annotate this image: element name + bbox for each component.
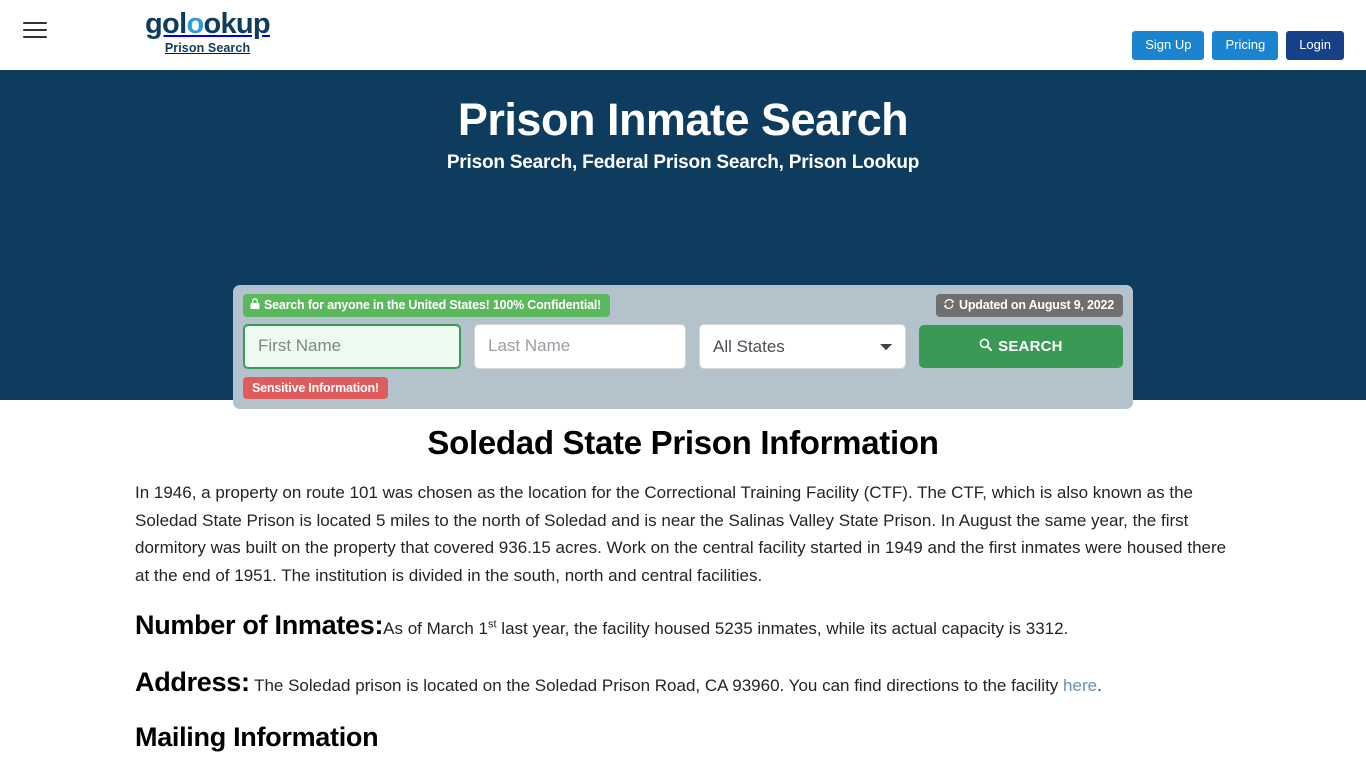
number-of-inmates-section: Number of Inmates:As of March 1st last y… — [135, 605, 1231, 646]
search-panel-badges: Search for anyone in the United States! … — [243, 294, 1123, 317]
last-name-input[interactable] — [474, 323, 686, 369]
lock-icon — [250, 298, 260, 313]
magnifier-icon — [979, 338, 993, 354]
state-select[interactable]: All States — [699, 323, 906, 369]
hamburger-menu-icon[interactable] — [23, 20, 47, 40]
pricing-button[interactable]: Pricing — [1212, 31, 1279, 60]
sensitive-information-badge: Sensitive Information! — [243, 376, 388, 399]
refresh-icon — [943, 298, 955, 313]
login-button[interactable]: Login — [1286, 31, 1344, 60]
intro-paragraph: In 1946, a property on route 101 was cho… — [135, 483, 1227, 585]
page-title: Soledad State Prison Information — [427, 424, 939, 461]
confidential-badge-text: Search for anyone in the United States! … — [264, 298, 602, 313]
sign-up-button[interactable]: Sign Up — [1132, 31, 1205, 60]
address-label: Address: — [135, 666, 250, 697]
hamburger-line — [23, 36, 47, 38]
confidential-badge: Search for anyone in the United States! … — [243, 294, 611, 317]
logo-part-two: okup — [203, 8, 270, 40]
hero-section: Prison Inmate Search Prison Search, Fede… — [0, 70, 1366, 409]
mailing-information-heading: Mailing Information — [135, 722, 379, 753]
hero-title: Prison Inmate Search — [457, 94, 909, 145]
hamburger-line — [23, 22, 47, 24]
inmates-superscript: st — [488, 618, 497, 631]
logo-part-one: gol — [145, 8, 187, 40]
directions-here-link[interactable]: here — [1063, 676, 1097, 695]
first-name-input[interactable] — [243, 323, 461, 369]
updated-badge: Updated on August 9, 2022 — [936, 294, 1123, 317]
logo-wordmark: golookup — [135, 10, 280, 39]
header-actions: Sign Up Pricing Login — [1132, 31, 1344, 60]
hamburger-line — [23, 29, 47, 31]
inmates-text-after: last year, the facility housed 5235 inma… — [496, 619, 1069, 639]
logo-subtitle: Prison Search — [164, 41, 251, 55]
number-of-inmates-label: Number of Inmates: — [135, 610, 384, 641]
inmates-text-before: As of March 1 — [383, 619, 489, 639]
address-text-before: The Soledad prison is located on the Sol… — [254, 675, 1064, 695]
address-section: Address: The Soledad prison is located o… — [135, 662, 1231, 703]
search-panel: Search for anyone in the United States! … — [233, 285, 1133, 409]
search-button[interactable]: SEARCH — [918, 324, 1123, 368]
hero-subtitle: Prison Search, Federal Prison Search, Pr… — [446, 151, 920, 173]
updated-badge-text: Updated on August 9, 2022 — [959, 298, 1114, 313]
search-button-label: SEARCH — [998, 337, 1063, 355]
main-content: Soledad State Prison Information In 1946… — [0, 424, 1366, 768]
site-header: golookup Prison Search Sign Up Pricing L… — [0, 0, 1366, 70]
site-logo[interactable]: golookup Prison Search — [135, 10, 280, 55]
logo-lens-icon: o — [186, 8, 204, 40]
search-form: All States SEARCH — [243, 323, 1123, 369]
address-text-after: . — [1097, 675, 1102, 695]
